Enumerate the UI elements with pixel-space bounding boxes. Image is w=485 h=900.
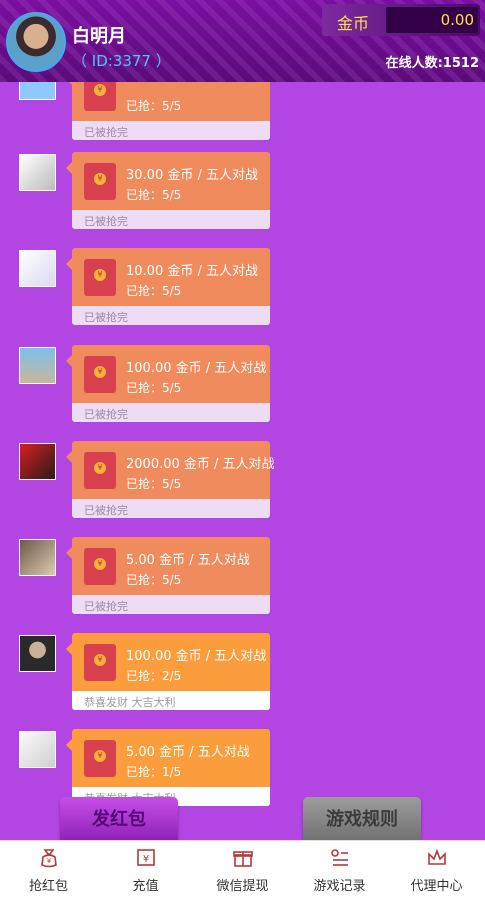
svg-text:¥: ¥ (46, 857, 51, 865)
svg-text:¥: ¥ (142, 854, 148, 865)
nav-label: 抢红包 (28, 879, 68, 894)
sender-avatar (19, 443, 56, 480)
sender-avatar (19, 82, 56, 100)
nav-agent-center[interactable]: 代理中心 (388, 841, 485, 900)
red-packet-card[interactable]: 2000.00 金币 / 五人对战 已抢：5/5 已被抢完 (66, 441, 275, 518)
red-envelope-icon (84, 644, 116, 681)
nav-game-records[interactable]: 游戏记录 (291, 841, 388, 900)
nav-label: 游戏记录 (313, 879, 366, 894)
packet-amount: 5.00 金币 / 五人对战 (126, 553, 250, 568)
online-count: 在线人数:1512 (385, 56, 479, 71)
packet-grabbed: 已抢：5/5 (126, 284, 182, 298)
username: 白明月 (72, 26, 126, 47)
sender-avatar (19, 539, 56, 576)
list-icon (291, 847, 388, 871)
user-avatar[interactable] (6, 12, 66, 72)
packet-status: 已被抢完 (72, 403, 270, 422)
packet-status: 已被抢完 (72, 306, 270, 325)
packet-grabbed: 已抢：2/5 (126, 669, 182, 683)
red-packet-card[interactable]: 5.00 金币 / 五人对战 已抢：1/5 恭喜发财 大吉大利 (66, 729, 270, 806)
bottom-nav: ¥ 抢红包 ¥ 充值 微信提现 游戏记录 代理中心 (0, 840, 485, 900)
send-red-packet-button[interactable]: 发红包 (60, 797, 178, 843)
coin-balance: 0.00 (386, 7, 478, 33)
packet-amount: 10.00 金币 / 五人对战 (126, 264, 258, 279)
nav-grab-red-packet[interactable]: ¥ 抢红包 (0, 841, 97, 900)
packet-status: 已被抢完 (72, 595, 270, 614)
coin-label: 金币 (337, 14, 370, 33)
nav-label: 充值 (132, 879, 159, 894)
packet-amount: 5.00 金币 / 五人对战 (126, 745, 250, 760)
game-rules-button[interactable]: 游戏规则 (303, 797, 421, 843)
packet-amount: 2000.00 金币 / 五人对战 (126, 457, 275, 472)
red-packet-card[interactable]: 已抢：5/5 已被抢完 (66, 82, 270, 140)
red-packet-card[interactable]: 100.00 金币 / 五人对战 已抢：2/5 恭喜发财 大吉大利 (66, 633, 270, 710)
packet-amount: 100.00 金币 / 五人对战 (126, 361, 267, 376)
packet-grabbed: 已抢：5/5 (126, 477, 182, 491)
red-packet-card[interactable]: 10.00 金币 / 五人对战 已抢：5/5 已被抢完 (66, 248, 270, 325)
packet-amount: 30.00 金币 / 五人对战 (126, 168, 258, 183)
header: 白明月 （ ID:3377 ） 金币 0.00 在线人数:1512 (0, 0, 485, 82)
nav-wechat-withdraw[interactable]: 微信提现 (194, 841, 291, 900)
packet-grabbed: 已抢：5/5 (126, 573, 182, 587)
red-packet-card[interactable]: 5.00 金币 / 五人对战 已抢：5/5 已被抢完 (66, 537, 270, 614)
sender-avatar (19, 635, 56, 672)
red-packet-card[interactable]: 100.00 金币 / 五人对战 已抢：5/5 已被抢完 (66, 345, 270, 422)
sender-avatar (19, 250, 56, 287)
packet-grabbed: 已抢：5/5 (126, 188, 182, 202)
sender-avatar (19, 731, 56, 768)
nav-recharge[interactable]: ¥ 充值 (97, 841, 194, 900)
sender-avatar (19, 347, 56, 384)
packet-amount: 100.00 金币 / 五人对战 (126, 649, 267, 664)
gift-icon (194, 847, 291, 871)
red-packet-card[interactable]: 30.00 金币 / 五人对战 已抢：5/5 已被抢完 (66, 152, 270, 229)
packet-grabbed: 已抢：5/5 (126, 381, 182, 395)
packet-status: 已被抢完 (72, 499, 270, 518)
packet-grabbed: 已抢：5/5 (126, 99, 182, 113)
user-id: （ ID:3377 ） (72, 52, 171, 70)
red-envelope-icon (84, 356, 116, 393)
red-envelope-icon (84, 740, 116, 777)
red-envelope-icon (84, 82, 116, 111)
red-envelope-icon (84, 259, 116, 296)
red-envelope-icon (84, 163, 116, 200)
red-packet-feed[interactable]: 已抢：5/5 已被抢完 30.00 金币 / 五人对战 已抢：5/5 已被抢完 … (0, 82, 485, 840)
coin-box: 金币 0.00 (322, 4, 480, 36)
packet-status: 已被抢完 (72, 210, 270, 229)
sender-avatar (19, 154, 56, 191)
packet-status: 恭喜发财 大吉大利 (72, 691, 270, 710)
crown-icon (388, 847, 485, 871)
red-envelope-icon (84, 452, 116, 489)
nav-label: 代理中心 (410, 879, 463, 894)
packet-status: 已被抢完 (72, 121, 270, 140)
red-envelope-icon (84, 548, 116, 585)
yuan-card-icon: ¥ (97, 847, 194, 871)
packet-grabbed: 已抢：1/5 (126, 765, 182, 779)
nav-label: 微信提现 (216, 879, 269, 894)
money-bag-icon: ¥ (0, 847, 97, 871)
